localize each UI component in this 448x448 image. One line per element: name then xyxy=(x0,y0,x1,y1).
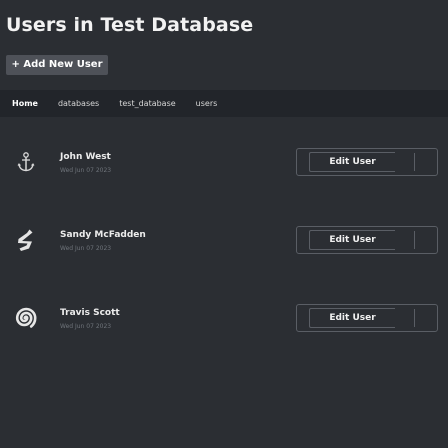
add-new-user-button[interactable]: + Add New User xyxy=(6,55,108,75)
spiral-icon xyxy=(12,304,40,332)
user-row: Sandy McFadden Wed Jun 07 2023 Edit User xyxy=(0,208,448,286)
breadcrumb-users[interactable]: users xyxy=(196,99,218,108)
breadcrumb: Home databases test_database users xyxy=(0,90,448,117)
user-list: John West Wed Jun 07 2023 Edit User Sand… xyxy=(0,130,448,364)
user-row: Travis Scott Wed Jun 07 2023 Edit User xyxy=(0,286,448,364)
edit-user-group: Edit User xyxy=(296,148,438,176)
anchor-icon xyxy=(12,148,40,176)
divider xyxy=(414,309,415,327)
user-date: Wed Jun 07 2023 xyxy=(60,323,112,330)
user-name: Travis Scott xyxy=(60,308,120,318)
page-title: Users in Test Database xyxy=(6,14,254,36)
edit-user-group: Edit User xyxy=(296,226,438,254)
user-row: John West Wed Jun 07 2023 Edit User xyxy=(0,130,448,208)
user-date: Wed Jun 07 2023 xyxy=(60,245,112,252)
user-date: Wed Jun 07 2023 xyxy=(60,167,112,174)
edit-user-button[interactable]: Edit User xyxy=(309,152,395,172)
rune-icon xyxy=(12,226,40,254)
user-name: John West xyxy=(60,152,111,162)
divider xyxy=(414,231,415,249)
divider xyxy=(414,153,415,171)
edit-user-button[interactable]: Edit User xyxy=(309,230,395,250)
page: Users in Test Database + Add New User Ho… xyxy=(0,0,448,448)
breadcrumb-databases[interactable]: databases xyxy=(58,99,99,108)
edit-user-button[interactable]: Edit User xyxy=(309,308,395,328)
edit-user-group: Edit User xyxy=(296,304,438,332)
breadcrumb-test-database[interactable]: test_database xyxy=(119,99,175,108)
user-name: Sandy McFadden xyxy=(60,230,146,240)
breadcrumb-home[interactable]: Home xyxy=(12,99,38,108)
